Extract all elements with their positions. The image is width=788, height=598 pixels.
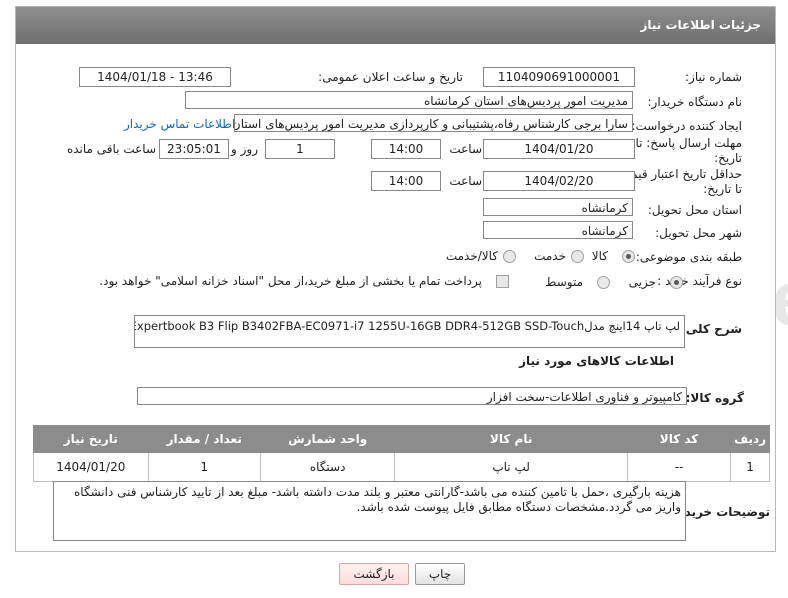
delivery-province-label: استان محل تحویل:: [647, 203, 742, 217]
category-goods-radio[interactable]: [622, 250, 635, 263]
category-service-radio[interactable]: [571, 250, 584, 263]
col-header-quantity: تعداد / مقدار: [147, 425, 261, 453]
delivery-city-label: شهر محل تحویل:: [655, 226, 742, 240]
general-description-text: لپ تاپ 14اینچ مدلExpertbook B3 Flip B340…: [134, 319, 680, 333]
reply-deadline-date-label: تاریخ:: [714, 151, 742, 165]
reply-deadline-label: مهلت ارسال پاسخ: تا: [635, 136, 742, 150]
announce-datetime-label: تاریخ و ساعت اعلان عمومی:: [318, 70, 463, 84]
goods-group-label: گروه کالا:: [685, 391, 744, 405]
remaining-time-label: ساعت باقی مانده: [66, 142, 156, 156]
need-number-field[interactable]: 1104090691000001: [483, 67, 635, 87]
category-service-label: خدمت: [534, 249, 566, 263]
validity-date-field[interactable]: 1404/02/20: [483, 171, 635, 191]
panel-title: جزئیات اطلاعات نیاز: [16, 7, 775, 44]
delivery-province-field[interactable]: کرمانشاه: [483, 198, 633, 216]
category-goods-service-radio[interactable]: [503, 250, 516, 263]
reply-date-field[interactable]: 1404/01/20: [483, 139, 635, 159]
col-header-row-number: ردیف: [730, 425, 770, 453]
process-minor-radio[interactable]: [670, 276, 683, 289]
delivery-city-field[interactable]: کرمانشاه: [483, 221, 633, 239]
buyer-contact-link[interactable]: اطلاعات تماس خریدار: [124, 117, 235, 131]
table-row[interactable]: 1 -- لپ تاپ دستگاه 1 1404/01/20: [33, 452, 770, 482]
cell-unit: دستگاه: [259, 452, 396, 482]
buyer-notes-text: هزینه بارگیری ،حمل با تامین کننده می باش…: [74, 485, 681, 514]
reply-hour-label: ساعت: [449, 142, 482, 156]
buyer-name-label: نام دستگاه خریدار:: [647, 95, 743, 109]
buyer-name-field[interactable]: مدیریت امور پردیس‌های استان کرمانشاه: [185, 91, 633, 109]
back-button[interactable]: بازگشت: [339, 563, 409, 585]
validity-time-field[interactable]: 14:00: [371, 171, 441, 191]
request-creator-label: ایجاد کننده درخواست:: [631, 119, 742, 133]
col-header-need-date: تاریخ نیاز: [33, 425, 149, 453]
col-header-goods-name: نام کالا: [394, 425, 628, 453]
category-goods-service-label: کالا/خدمت: [445, 249, 498, 263]
request-creator-field[interactable]: سارا برجی کارشناس رفاه،پشتیبانی و کارپرد…: [234, 114, 633, 132]
cell-quantity: 1: [147, 452, 261, 482]
process-minor-label: جزیی: [628, 275, 656, 289]
need-number-label: شماره نیاز:: [685, 70, 742, 84]
treasury-payment-note: پرداخت تمام یا بخشی از مبلغ خرید،از محل …: [99, 274, 482, 288]
col-header-unit: واحد شمارش: [259, 425, 396, 453]
category-goods-label: کالا: [591, 249, 608, 263]
remaining-days-field[interactable]: 1: [265, 139, 335, 159]
price-validity-date-label: تا تاریخ:: [703, 182, 742, 196]
goods-table-header-row: ردیف کد کالا نام کالا واحد شمارش تعداد /…: [33, 425, 770, 453]
print-button[interactable]: چاپ: [415, 563, 465, 585]
process-medium-radio[interactable]: [597, 276, 610, 289]
goods-info-heading: اطلاعات کالاهای مورد نیاز: [519, 354, 674, 368]
col-header-goods-code: کد کالا: [626, 425, 732, 453]
cell-need-date: 1404/01/20: [33, 452, 149, 482]
remaining-time-field[interactable]: 23:05:01: [159, 139, 229, 159]
cell-row-number: 1: [730, 452, 770, 482]
goods-group-field[interactable]: کامپیوتر و فناوری اطلاعات-سخت افزار: [137, 387, 687, 405]
process-medium-label: متوسط: [545, 275, 583, 289]
subject-category-label: طبقه بندی موضوعی:: [635, 250, 742, 264]
reply-time-field[interactable]: 14:00: [371, 139, 441, 159]
cell-goods-code: --: [626, 452, 732, 482]
treasury-payment-checkbox[interactable]: [496, 275, 509, 288]
announce-datetime-field[interactable]: 1404/01/18 - 13:46: [79, 67, 231, 87]
days-label: روز و: [231, 142, 258, 156]
general-description-field[interactable]: لپ تاپ 14اینچ مدلExpertbook B3 Flip B340…: [134, 315, 685, 348]
cell-goods-name: لپ تاپ: [394, 452, 628, 482]
goods-table: ردیف کد کالا نام کالا واحد شمارش تعداد /…: [33, 425, 770, 482]
buyer-notes-field[interactable]: هزینه بارگیری ،حمل با تامین کننده می باش…: [53, 481, 686, 541]
validity-hour-label: ساعت: [449, 174, 482, 188]
